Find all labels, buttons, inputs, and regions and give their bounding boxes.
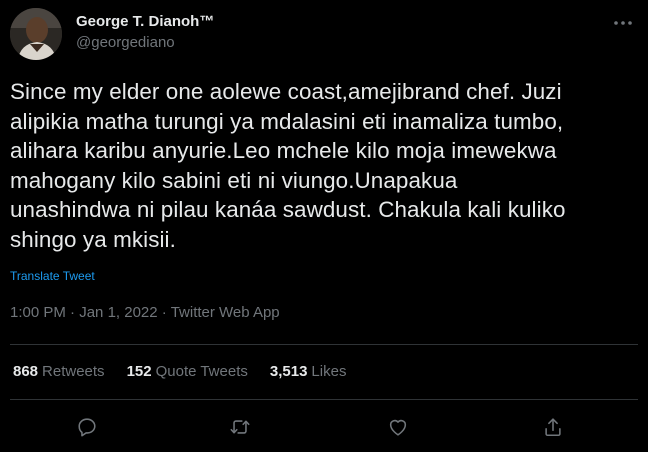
divider: [10, 399, 638, 400]
retweets-count: 868: [13, 363, 39, 380]
divider: [10, 344, 638, 345]
tweet-date[interactable]: Jan 1, 2022: [79, 304, 157, 321]
retweets-stat[interactable]: 868 Retweets: [13, 363, 105, 380]
tweet-source[interactable]: Twitter Web App: [171, 304, 280, 321]
tweet-card: George T. Dianoh™ @georgediano Since my …: [0, 0, 648, 452]
translate-tweet-link[interactable]: Translate Tweet: [10, 269, 95, 283]
more-dots-icon: [614, 21, 632, 25]
more-button[interactable]: [608, 10, 638, 36]
meta-separator: ·: [161, 304, 171, 321]
share-button[interactable]: [538, 412, 568, 442]
tweet-text-line: alihara karibu anyurie.Leo mchele kilo m…: [10, 138, 557, 163]
tweet-text-line: mahogany kilo sabini eti ni viungo.Unapa…: [10, 167, 458, 193]
heart-icon: [389, 419, 407, 436]
tweet-stats: 868 Retweets 152 Quote Tweets 3,513 Likes: [13, 363, 368, 380]
display-name[interactable]: George T. Dianoh™: [76, 13, 214, 30]
retweet-icon: [230, 420, 250, 434]
retweets-label: Retweets: [42, 363, 105, 380]
tweet-metadata: 1:00 PM · Jan 1, 2022 · Twitter Web App: [10, 304, 280, 321]
reply-icon: [78, 418, 96, 437]
like-button[interactable]: [383, 412, 413, 442]
tweet-time[interactable]: 1:00 PM: [10, 304, 66, 321]
quote-tweets-stat[interactable]: 152 Quote Tweets: [127, 363, 248, 380]
tweet-text: Since my elder one aolewe coast,amejibra…: [10, 77, 635, 254]
tweet-text-line: unashindwa ni pilau kanáa sawdust. Chaku…: [10, 197, 566, 222]
meta-separator: ·: [70, 304, 80, 321]
reply-button[interactable]: [72, 412, 102, 442]
share-icon: [545, 418, 561, 437]
likes-label: Likes: [311, 363, 347, 380]
quote-tweets-count: 152: [126, 363, 152, 380]
retweet-button[interactable]: [225, 412, 255, 442]
quote-tweets-label: Quote Tweets: [155, 363, 248, 380]
likes-stat[interactable]: 3,513 Likes: [270, 363, 347, 380]
tweet-actions: [0, 412, 648, 444]
likes-count: 3,513: [269, 363, 308, 380]
avatar[interactable]: [10, 8, 62, 60]
handle[interactable]: @georgediano: [76, 34, 175, 51]
tweet-text-line: Since my elder one aolewe coast,amejibra…: [10, 79, 562, 104]
tweet-text-line: alipikia matha turungi ya mdalasini eti …: [10, 108, 564, 134]
tweet-text-line: shingo ya mkisii.: [10, 226, 176, 252]
